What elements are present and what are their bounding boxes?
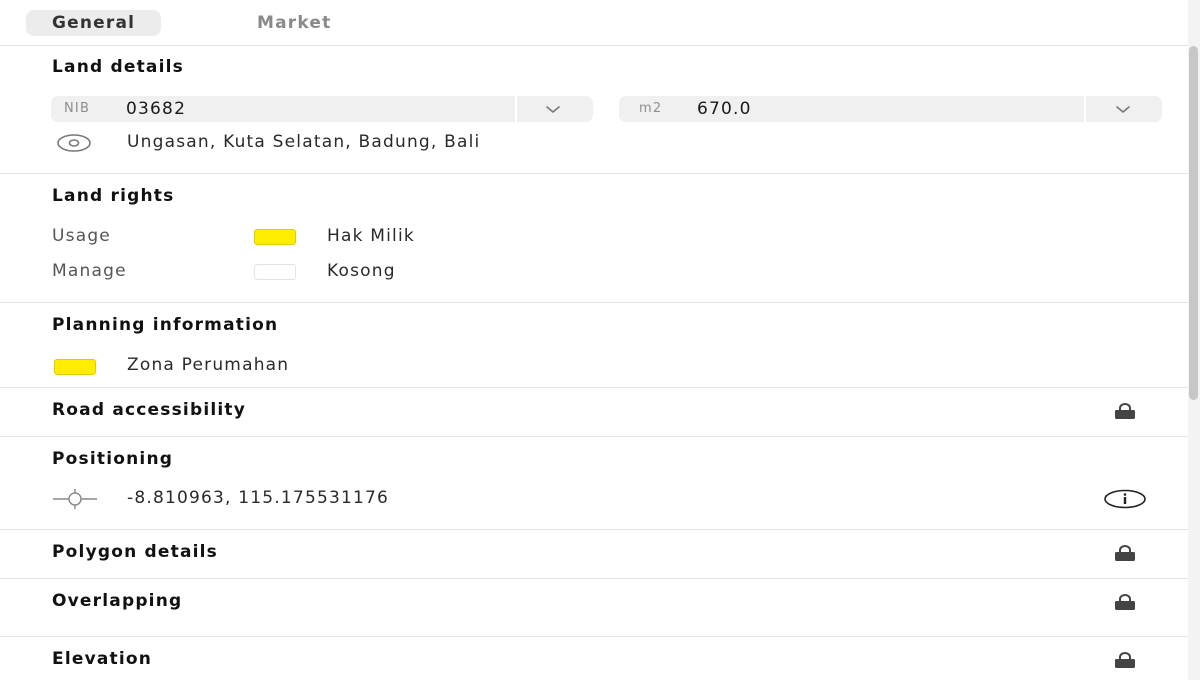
- area-select[interactable]: m2 670.0: [619, 96, 1162, 122]
- road-accessibility-title: Road accessibility: [52, 400, 247, 420]
- tab-market[interactable]: Market: [231, 10, 357, 36]
- land-rights-section: Land rights Usage Hak Milik Manage Koson…: [0, 174, 1188, 303]
- chevron-down-icon[interactable]: [542, 102, 564, 116]
- lock-icon: [1115, 545, 1135, 561]
- tab-general[interactable]: General: [26, 10, 162, 36]
- manage-value: Kosong: [327, 261, 396, 281]
- land-rights-title: Land rights: [52, 186, 175, 206]
- area-unit-label: m2: [639, 101, 663, 116]
- manage-color-swatch: [254, 264, 296, 280]
- land-details-title: Land details: [52, 57, 184, 77]
- usage-label: Usage: [52, 226, 111, 246]
- lock-icon: [1115, 652, 1135, 668]
- planning-title: Planning information: [52, 315, 279, 335]
- elevation-title: Elevation: [52, 649, 153, 669]
- nib-unit-label: NIB: [64, 101, 91, 116]
- nib-value: 03682: [126, 99, 187, 119]
- polygon-details-section[interactable]: Polygon details: [0, 530, 1188, 579]
- coordinates-value: -8.810963, 115.175531176: [127, 488, 390, 508]
- chevron-down-icon[interactable]: [1112, 102, 1134, 116]
- location-address: Ungasan, Kuta Selatan, Badung, Bali: [127, 132, 481, 152]
- usage-value: Hak Milik: [327, 226, 415, 246]
- overlapping-title: Overlapping: [52, 591, 183, 611]
- area-value: 670.0: [697, 99, 752, 119]
- info-icon[interactable]: [1103, 489, 1147, 509]
- land-details-section: Land details NIB 03682 m2 670.0 Ungasan,…: [0, 46, 1188, 174]
- lock-icon: [1115, 403, 1135, 419]
- tab-bar: General Market: [0, 0, 1188, 46]
- planning-section: Planning information Zona Perumahan: [0, 303, 1188, 388]
- manage-label: Manage: [52, 261, 127, 281]
- zone-color-swatch: [54, 359, 96, 375]
- overlapping-section[interactable]: Overlapping: [0, 579, 1188, 637]
- usage-color-swatch: [254, 229, 296, 245]
- zone-name: Zona Perumahan: [127, 355, 290, 375]
- field-divider: [1084, 96, 1086, 122]
- road-accessibility-section[interactable]: Road accessibility: [0, 388, 1188, 437]
- field-divider: [515, 96, 517, 122]
- polygon-details-title: Polygon details: [52, 542, 218, 562]
- elevation-section[interactable]: Elevation: [0, 637, 1188, 680]
- crosshair-icon: [53, 489, 97, 509]
- lock-icon: [1115, 594, 1135, 610]
- nib-select[interactable]: NIB 03682: [51, 96, 593, 122]
- scrollbar-thumb[interactable]: [1189, 46, 1198, 400]
- location-pin-icon: [57, 134, 91, 152]
- positioning-section: Positioning -8.810963, 115.175531176: [0, 437, 1188, 530]
- positioning-title: Positioning: [52, 449, 174, 469]
